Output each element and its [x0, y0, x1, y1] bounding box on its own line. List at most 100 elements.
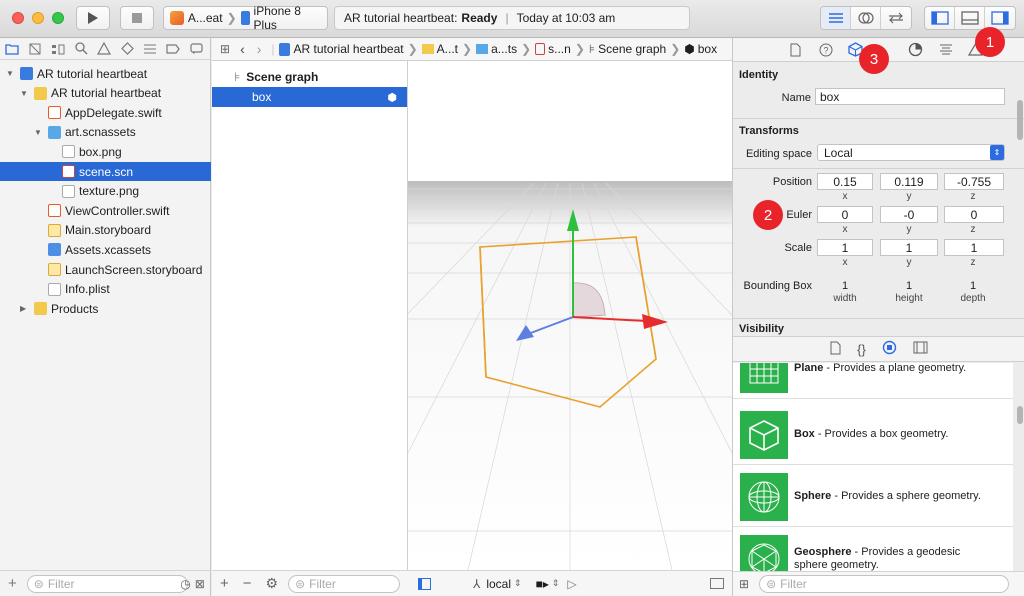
navigator-item[interactable]: AppDelegate.swift	[0, 103, 211, 122]
navigator-item[interactable]: Assets.xcassets	[0, 240, 211, 259]
library-item-box[interactable]: Box - Provides a box geometry.	[733, 405, 1013, 465]
scale-y-field[interactable]: 1	[880, 239, 938, 256]
disclosure-triangle-icon[interactable]: ▼	[34, 128, 44, 137]
material-inspector-icon[interactable]	[908, 42, 924, 58]
navigator-item[interactable]: ▼ art.scnassets	[0, 123, 211, 142]
disclosure-triangle-icon[interactable]: ▼	[20, 89, 30, 98]
crumb-node[interactable]: box	[698, 42, 717, 56]
minimize-window-button[interactable]	[32, 12, 44, 24]
file-template-icon[interactable]	[830, 341, 841, 358]
scene-file-icon	[62, 165, 75, 178]
camera-icon[interactable]: ■▸	[536, 577, 549, 591]
library-item-plane[interactable]: Plane - Provides a plane geometry.	[733, 363, 1013, 399]
navigator-item[interactable]: scene.scn	[0, 162, 211, 181]
stepper-icon[interactable]: ⇕	[552, 578, 560, 589]
storyboard-icon	[48, 263, 61, 276]
euler-z-field[interactable]: 0	[944, 206, 1004, 223]
crumb-group[interactable]: A...t	[437, 42, 458, 56]
issue-icon[interactable]	[96, 41, 112, 57]
symbol-icon[interactable]	[50, 41, 66, 57]
navigator-item[interactable]: box.png	[0, 142, 211, 161]
scm-filter-icon[interactable]: ⊠	[195, 577, 205, 591]
navigator-item[interactable]: ▼ AR tutorial heartbeat	[0, 64, 211, 83]
physics-inspector-icon[interactable]	[938, 42, 954, 58]
toggle-navigator-button[interactable]	[925, 7, 955, 29]
grid-view-icon[interactable]: ⊞	[739, 577, 749, 591]
help-inspector-icon[interactable]: ?	[818, 42, 834, 58]
crumb-project[interactable]: AR tutorial heartbeat	[294, 42, 404, 56]
back-button[interactable]: ‹	[240, 41, 245, 57]
remove-node-button[interactable]: −	[243, 575, 252, 592]
folder-icon[interactable]	[4, 41, 20, 57]
maximize-window-button[interactable]	[52, 12, 64, 24]
euler-x-field[interactable]: 0	[817, 206, 873, 223]
editing-space-popup[interactable]: Local ⇕	[817, 144, 1005, 161]
related-items-icon[interactable]: ⊞	[220, 42, 230, 56]
scale-x-field[interactable]: 1	[817, 239, 873, 256]
disclosure-triangle-icon[interactable]: ▼	[6, 69, 16, 78]
scheme-selector[interactable]: A...eat ❯ iPhone 8 Plus	[163, 4, 328, 32]
library-item-geosphere[interactable]: Geosphere - Provides a geodesic sphere g…	[733, 529, 1013, 571]
library-item-sphere[interactable]: Sphere - Provides a sphere geometry.	[733, 467, 1013, 527]
play-scene-icon[interactable]: ▷	[567, 577, 576, 591]
navigator-item[interactable]: Main.storyboard	[0, 221, 211, 240]
file-inspector-icon[interactable]	[788, 42, 804, 58]
add-node-button[interactable]: +	[220, 575, 229, 592]
code-snippet-icon[interactable]: {}	[857, 342, 866, 357]
navigator-item-label: AR tutorial heartbeat	[51, 86, 162, 101]
recent-icon[interactable]: ◷	[180, 577, 190, 591]
navigator-filter-field[interactable]: ⊜ Filter ◷ ⊠	[26, 574, 205, 593]
media-library-icon[interactable]	[913, 341, 928, 357]
breakpoint-icon[interactable]	[165, 41, 181, 57]
stop-button[interactable]	[120, 6, 154, 30]
transform-space-value[interactable]: local	[486, 577, 511, 591]
euler-y-field[interactable]: -0	[880, 206, 938, 223]
scene-canvas[interactable]	[408, 61, 732, 571]
standard-editor-button[interactable]	[821, 7, 851, 29]
disclosure-triangle-icon[interactable]: ▶	[20, 304, 30, 313]
crumb-scene[interactable]: s...n	[548, 42, 571, 56]
forward-button[interactable]: ›	[257, 41, 262, 57]
scene-viewport[interactable]: ⅄ local ⇕ ■▸ ⇕ ▷	[408, 61, 732, 596]
scene-graph-outline: ⊧ Scene graph box ⬢ + − ⚙ ⊜ Filter	[212, 61, 408, 596]
stepper-icon[interactable]: ⇕	[514, 578, 522, 589]
position-y-field[interactable]: 0.119	[880, 173, 938, 190]
debug-icon[interactable]	[142, 41, 158, 57]
scale-z-field[interactable]: 1	[944, 239, 1004, 256]
debug-overlay-icon[interactable]	[710, 578, 724, 589]
node-name-field[interactable]: box	[815, 88, 1005, 105]
add-icon[interactable]: +	[8, 575, 17, 592]
crumb-assets[interactable]: a...ts	[491, 42, 517, 56]
inspector-scrollbar[interactable]	[1017, 100, 1023, 140]
test-icon[interactable]	[119, 41, 135, 57]
crumb-scene-graph[interactable]: Scene graph	[598, 42, 666, 56]
toggle-debug-area-button[interactable]	[955, 7, 985, 29]
editor-mode-segment	[820, 6, 912, 30]
assistant-editor-button[interactable]	[851, 7, 881, 29]
navigator-item[interactable]: LaunchScreen.storyboard	[0, 260, 211, 279]
filter-placeholder: Filter	[309, 576, 336, 591]
navigator-item[interactable]: Info.plist	[0, 280, 211, 299]
source-control-icon[interactable]	[27, 41, 43, 57]
navigator-item[interactable]: ▶ Products	[0, 299, 211, 318]
toggle-utilities-button[interactable]	[985, 7, 1015, 29]
scene-graph-filter-field[interactable]: ⊜ Filter	[288, 574, 401, 593]
report-icon[interactable]	[188, 41, 204, 57]
version-editor-button[interactable]	[881, 7, 911, 29]
run-button[interactable]	[76, 6, 110, 30]
library-scrollbar[interactable]	[1017, 406, 1023, 424]
navigator-item[interactable]: ▼ AR tutorial heartbeat	[0, 84, 211, 103]
library-item-desc: - Provides a sphere geometry.	[831, 490, 981, 502]
gear-icon[interactable]: ⚙	[266, 575, 279, 592]
scene-graph-title: Scene graph	[246, 70, 319, 84]
search-icon[interactable]	[73, 41, 89, 57]
navigator-item[interactable]: ViewController.swift	[0, 201, 211, 220]
position-z-field[interactable]: -0.755	[944, 173, 1004, 190]
scene-node-row[interactable]: box ⬢	[212, 87, 407, 107]
navigator-item[interactable]: texture.png	[0, 182, 211, 201]
object-library-icon[interactable]	[882, 340, 897, 358]
library-filter-field[interactable]: ⊜ Filter	[759, 575, 1010, 593]
close-window-button[interactable]	[12, 12, 24, 24]
outline-toggle-icon[interactable]	[418, 577, 431, 590]
position-x-field[interactable]: 0.15	[817, 173, 873, 190]
